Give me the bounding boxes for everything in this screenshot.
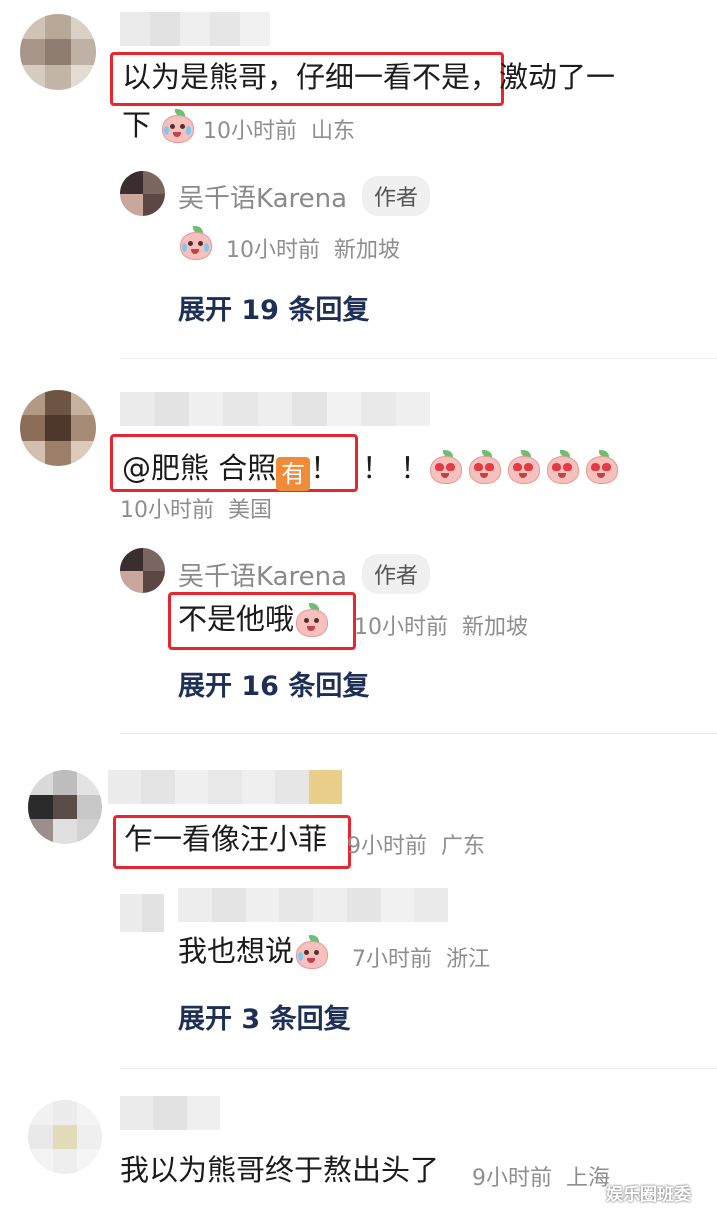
reply-time: 10小时前 — [354, 615, 448, 640]
comment-time: 9小时前 — [472, 1166, 552, 1191]
comment-location: 山东 — [311, 119, 356, 144]
reply-author-name[interactable]: 吴千语Karena — [178, 178, 347, 215]
comment-divider — [120, 733, 717, 734]
author-badge: 作者 — [362, 176, 431, 216]
author-avatar[interactable] — [120, 548, 165, 593]
peach-heart-eyes-emoji-icon — [428, 450, 462, 484]
author-avatar[interactable] — [120, 171, 165, 216]
peach-heart-eyes-emoji-icon — [545, 450, 580, 484]
reply-meta: 10小时前 新加坡 — [354, 609, 528, 641]
commenter-avatar[interactable] — [20, 390, 96, 466]
you-badge-icon: 有 — [276, 457, 311, 491]
reply-avatar-blurred[interactable] — [120, 894, 164, 932]
emoji-row — [428, 450, 619, 484]
comment-location: 广东 — [441, 834, 486, 859]
commenter-name-blurred[interactable] — [108, 770, 342, 804]
comment-text-line2: 下 — [122, 105, 195, 145]
peach-cry-emoji-icon — [178, 226, 212, 260]
commenter-name-blurred[interactable] — [120, 392, 430, 426]
comment-meta: 10小时前 山东 — [203, 113, 355, 145]
commenter-avatar[interactable] — [20, 14, 96, 90]
reply-location: 新加坡 — [462, 615, 529, 640]
reply-text: 我也想说 — [178, 931, 329, 971]
comment-meta: 10小时前 美国 — [120, 492, 272, 524]
comment-text-highlighted: 以为是熊哥，仔细一看不是 — [122, 60, 471, 94]
reply-meta: 7小时前 浙江 — [352, 941, 490, 973]
reply-location: 新加坡 — [334, 238, 401, 263]
comment-divider — [120, 1068, 717, 1069]
reply-time: 10小时前 — [226, 238, 320, 263]
comment-time: 10小时前 — [120, 498, 214, 523]
commenter-name-blurred[interactable] — [120, 12, 270, 46]
comment-text-rest: ，激动了一 — [470, 60, 616, 94]
comment-location: 上海 — [566, 1166, 611, 1191]
commenter-name-blurred[interactable] — [120, 1096, 220, 1130]
reply-location: 浙江 — [446, 947, 491, 972]
peach-heart-eyes-emoji-icon — [506, 450, 541, 484]
comment-text-suffix: ！ — [310, 451, 340, 485]
commenter-avatar[interactable] — [28, 770, 102, 844]
reply-author-name[interactable]: 吴千语Karena — [178, 556, 347, 593]
peach-heart-eyes-emoji-icon — [584, 450, 619, 484]
reply-name-blurred[interactable] — [178, 888, 448, 922]
reply-time: 7小时前 — [352, 947, 432, 972]
comment-text-after: ！ ！ — [362, 451, 430, 485]
comment-text: 我以为熊哥终于熬出头了 — [120, 1153, 440, 1187]
author-badge: 作者 — [362, 554, 431, 594]
comment-divider — [120, 358, 717, 359]
comment-meta: 9小时前 广东 — [347, 828, 485, 860]
comment-time: 9小时前 — [347, 834, 427, 859]
reply-meta: 10小时前 新加坡 — [226, 232, 400, 264]
comment-meta: 9小时前 上海 — [472, 1160, 610, 1192]
comment-text-wrap: 下 — [122, 108, 152, 142]
peach-shy-emoji-icon — [294, 603, 329, 637]
expand-replies-button[interactable]: 展开 16 条回复 — [178, 664, 369, 703]
reply-text: 不是他哦 — [178, 599, 329, 639]
peach-heart-eyes-emoji-icon — [467, 450, 502, 484]
comment-text: @肥熊 合照有！ — [122, 448, 339, 491]
expand-replies-button[interactable]: 展开 19 条回复 — [178, 288, 369, 327]
reply-text-content: 我也想说 — [178, 934, 295, 968]
comment-text: 乍一看像汪小菲 — [124, 822, 328, 856]
watermark: 娱乐圈班委 — [606, 1185, 691, 1205]
comment-location: 美国 — [228, 498, 273, 523]
commenter-avatar[interactable] — [28, 1100, 102, 1174]
comment-text: 以为是熊哥，仔细一看不是，激动了一 — [122, 57, 615, 97]
peach-wail-emoji-icon — [294, 935, 329, 969]
reply-content — [178, 226, 212, 260]
reply-text-content: 不是他哦 — [178, 602, 295, 636]
comment-time: 10小时前 — [203, 119, 297, 144]
comment-text-prefix: @肥熊 合照 — [122, 451, 277, 485]
expand-replies-button[interactable]: 展开 3 条回复 — [178, 997, 351, 1036]
peach-cry-emoji-icon — [160, 109, 195, 143]
